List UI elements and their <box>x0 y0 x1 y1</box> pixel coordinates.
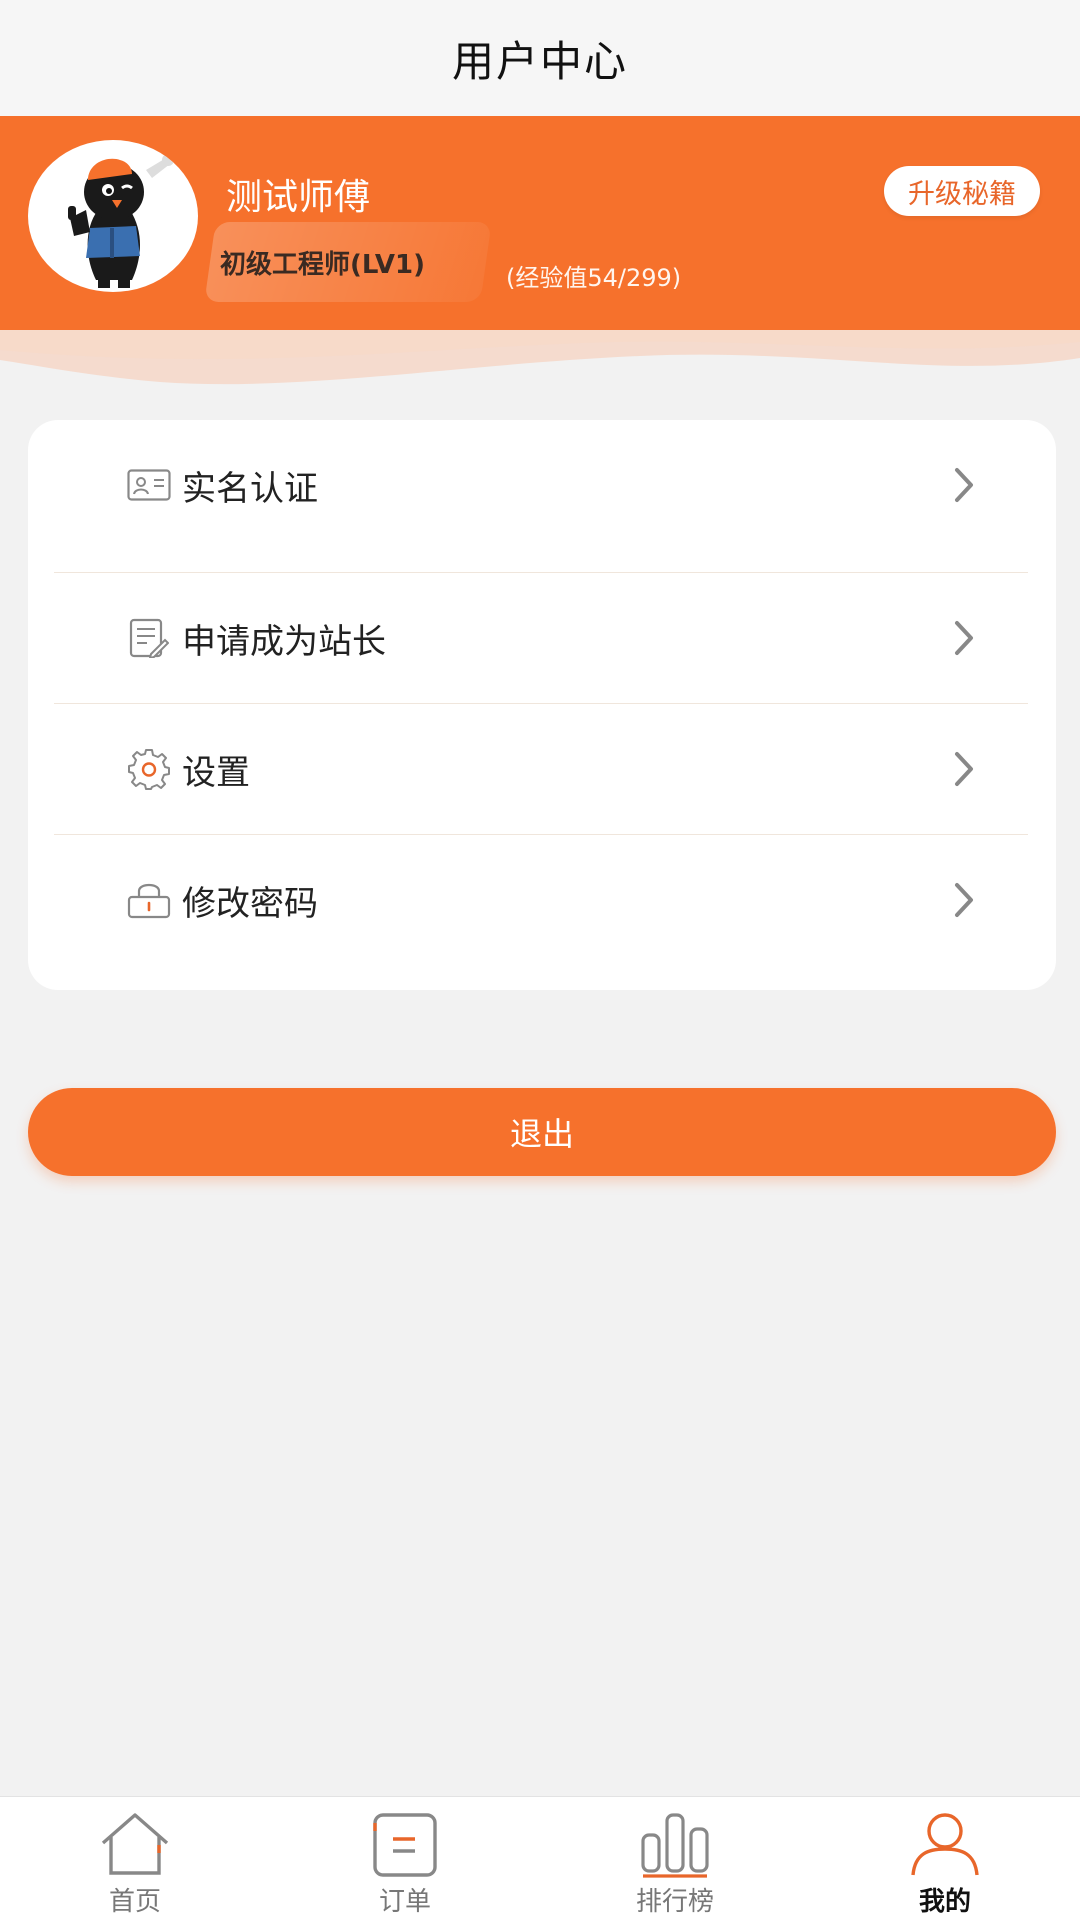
logout-button[interactable]: 退出 <box>28 1088 1056 1176</box>
experience-text: (经验值54/299) <box>506 264 682 292</box>
chevron-right-icon <box>955 468 973 502</box>
top-bar: 用户中心 <box>0 0 1080 116</box>
tab-mine[interactable]: 我的 <box>810 1797 1080 1921</box>
ranking-icon <box>641 1813 709 1878</box>
chevron-right-icon <box>955 621 973 655</box>
menu-item-label: 设置 <box>182 752 250 793</box>
menu-item-apply-station-master[interactable]: 申请成为站长 <box>54 573 1028 703</box>
wave-decoration <box>0 330 1080 400</box>
menu-item-real-name-auth[interactable]: 实名认证 <box>54 420 1028 550</box>
page-title: 用户中心 <box>451 36 628 86</box>
tab-label: 首页 <box>108 1887 161 1917</box>
tab-home[interactable]: 首页 <box>0 1797 270 1921</box>
level-label: 初级工程师(LV1) <box>220 250 425 280</box>
tab-label: 排行榜 <box>635 1887 714 1917</box>
id-card-icon <box>126 462 172 508</box>
tab-ranking[interactable]: 排行榜 <box>540 1797 810 1921</box>
menu-item-label: 修改密码 <box>182 883 318 924</box>
tab-orders[interactable]: 订单 <box>270 1797 540 1921</box>
mascot-avatar-image <box>68 154 174 288</box>
bottom-tab-bar: 首页 订单 排行榜 我的 <box>0 1796 1080 1921</box>
avatar[interactable] <box>28 140 198 292</box>
menu-item-label: 申请成为站长 <box>182 621 386 662</box>
home-icon <box>101 1813 169 1875</box>
upgrade-tips-button[interactable]: 升级秘籍 <box>884 166 1040 216</box>
order-icon <box>373 1813 437 1877</box>
edit-document-icon <box>126 615 172 661</box>
user-icon <box>911 1813 979 1876</box>
chevron-right-icon <box>955 752 973 786</box>
gear-icon <box>126 746 172 792</box>
menu-item-label: 实名认证 <box>182 468 318 509</box>
tab-label: 我的 <box>918 1887 971 1917</box>
menu-item-settings[interactable]: 设置 <box>54 704 1028 834</box>
menu-item-change-password[interactable]: 修改密码 <box>54 835 1028 965</box>
chevron-right-icon <box>955 883 973 917</box>
username: 测试师傅 <box>226 177 371 218</box>
tab-label: 订单 <box>378 1887 431 1917</box>
lock-icon <box>126 877 172 923</box>
menu-card: 实名认证 申请成为站长 设置 修改密码 <box>28 420 1056 990</box>
